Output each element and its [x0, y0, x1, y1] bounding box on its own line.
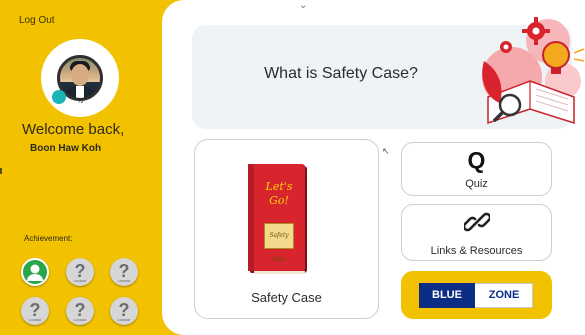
- sidebar-edge-mark: [0, 168, 2, 174]
- badge-caption: LOCKED: [73, 279, 87, 283]
- avatar-face: [71, 64, 89, 86]
- badge-caption: LOCKED: [117, 279, 131, 283]
- quiz-label: Quiz: [465, 178, 488, 190]
- book-cover-line: Go!: [269, 194, 289, 207]
- question-mark-icon: ?: [118, 261, 130, 281]
- user-name: Boon Haw Koh: [30, 143, 102, 154]
- badge-caption: LOCKED: [73, 318, 87, 322]
- achievement-badge-locked[interactable]: ? LOCKED: [66, 297, 94, 325]
- achievement-badge-locked[interactable]: ? LOCKED: [110, 297, 138, 325]
- quiz-icon: Q: [467, 147, 486, 173]
- achievement-badge-locked[interactable]: ? LOCKED: [21, 297, 49, 325]
- mouse-cursor-icon: ↖: [382, 146, 390, 156]
- book-pages: [254, 271, 305, 274]
- page-title: What is Safety Case?: [264, 65, 418, 82]
- logout-link[interactable]: Log Out: [19, 15, 55, 26]
- avatar-progress-text: %: [77, 98, 84, 105]
- book-icon: Let's Go! Safety Case: [248, 164, 305, 274]
- study-illustration-icon: [482, 17, 585, 125]
- question-mark-icon: ?: [29, 300, 41, 320]
- question-mark-icon: ?: [118, 300, 130, 320]
- safety-case-label: Safety Case: [251, 290, 322, 305]
- achievement-badge-locked[interactable]: ? LOCKED: [66, 258, 94, 286]
- links-resources-label: Links & Resources: [430, 245, 523, 257]
- question-mark-icon: ?: [74, 300, 86, 320]
- book-cover-plate: Safety Case: [264, 223, 294, 263]
- blue-zone-logo-blue: BLUE: [419, 283, 475, 308]
- badge-caption: LOCKED: [28, 318, 42, 322]
- achievement-badge-unlocked[interactable]: [21, 258, 49, 286]
- welcome-text: Welcome back,: [22, 121, 125, 138]
- book-cover-text: Let's Go!: [256, 180, 302, 208]
- chevron-down-icon[interactable]: ⌄: [299, 0, 307, 11]
- status-dot: [52, 90, 66, 104]
- link-icon: [464, 212, 490, 232]
- question-mark-icon: ?: [74, 261, 86, 281]
- achievement-badge-locked[interactable]: ? LOCKED: [110, 258, 138, 286]
- achievement-label: Achievement:: [24, 234, 73, 243]
- book-spine: [248, 164, 254, 271]
- person-icon: [27, 264, 43, 281]
- badge-caption: LOCKED: [117, 318, 131, 322]
- book-cover-line: Let's: [265, 180, 293, 193]
- blue-zone-logo-zone: ZONE: [488, 289, 520, 301]
